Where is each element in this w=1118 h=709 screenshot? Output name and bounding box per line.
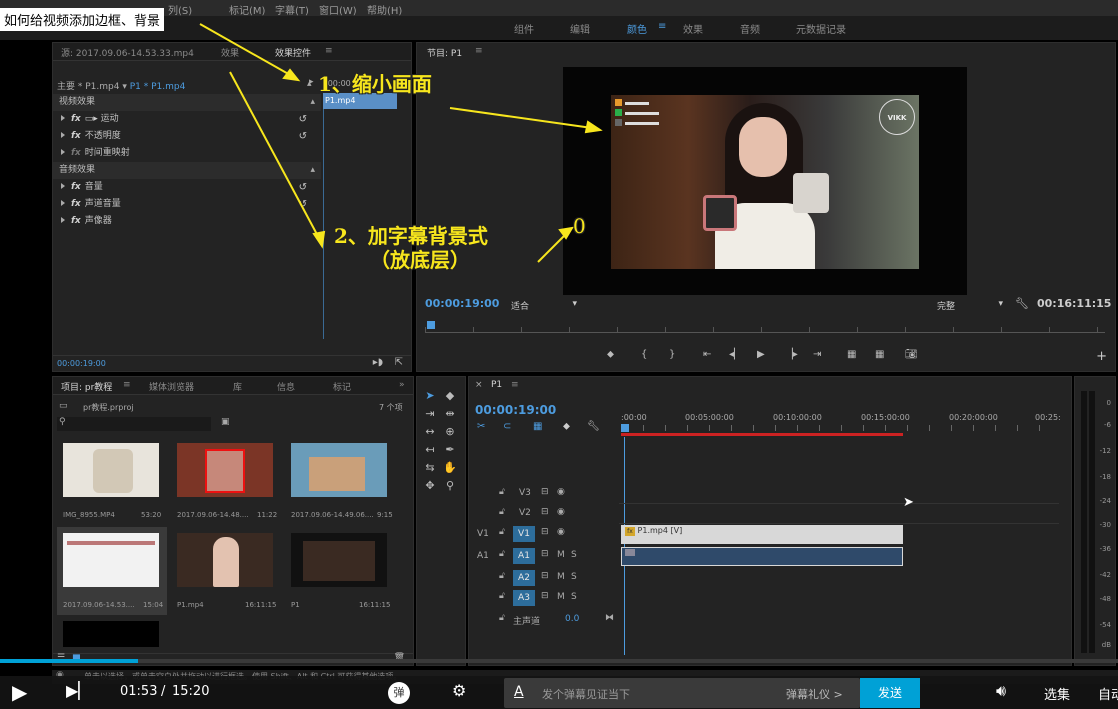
arrowhead [584, 120, 603, 134]
danmu-style-icon[interactable]: A [514, 684, 524, 700]
arrow-line [199, 23, 293, 77]
arrowhead [558, 226, 574, 240]
player-controls: ▶ ▶▏ 01:53 / 15:20 弹 ⚙ A 发个弹幕见证当下 弹幕礼仪 >… [0, 676, 1118, 709]
annotation-zero: 0 [573, 214, 586, 238]
time-separator: / [161, 684, 166, 699]
danmu-input[interactable]: A 发个弹幕见证当下 弹幕礼仪 > [504, 678, 860, 708]
next-button-icon[interactable]: ▶▏ [66, 681, 91, 700]
arrow-line [537, 233, 567, 263]
arrow-line [449, 107, 593, 129]
arrowhead [282, 68, 301, 82]
danmu-toggle-button[interactable]: 弹 [388, 682, 410, 704]
play-button-icon[interactable]: ▶ [12, 680, 27, 704]
danmu-settings-icon[interactable]: ⚙ [452, 681, 466, 700]
annotation-step2b: （放底层） [370, 248, 470, 272]
player-progress-bar[interactable] [0, 659, 1118, 663]
current-time: 01:53 [120, 684, 158, 699]
episode-select-button[interactable]: 选集 [1044, 684, 1070, 703]
player-progress-fill [0, 659, 138, 663]
volume-icon[interactable]: 🔊︎ [996, 681, 1006, 701]
arrow-line [229, 71, 321, 241]
total-time: 15:20 [172, 684, 210, 699]
danmu-placeholder: 发个弹幕见证当下 [542, 688, 630, 701]
auto-quality-button[interactable]: 自动 [1098, 684, 1118, 703]
danmu-etiquette-link[interactable]: 弹幕礼仪 > [786, 686, 843, 702]
annotation-step1: 1、缩小画面 [318, 72, 432, 96]
arrowhead [312, 230, 326, 249]
send-button[interactable]: 发送 [860, 678, 920, 708]
annotation-arrows [199, 23, 603, 263]
